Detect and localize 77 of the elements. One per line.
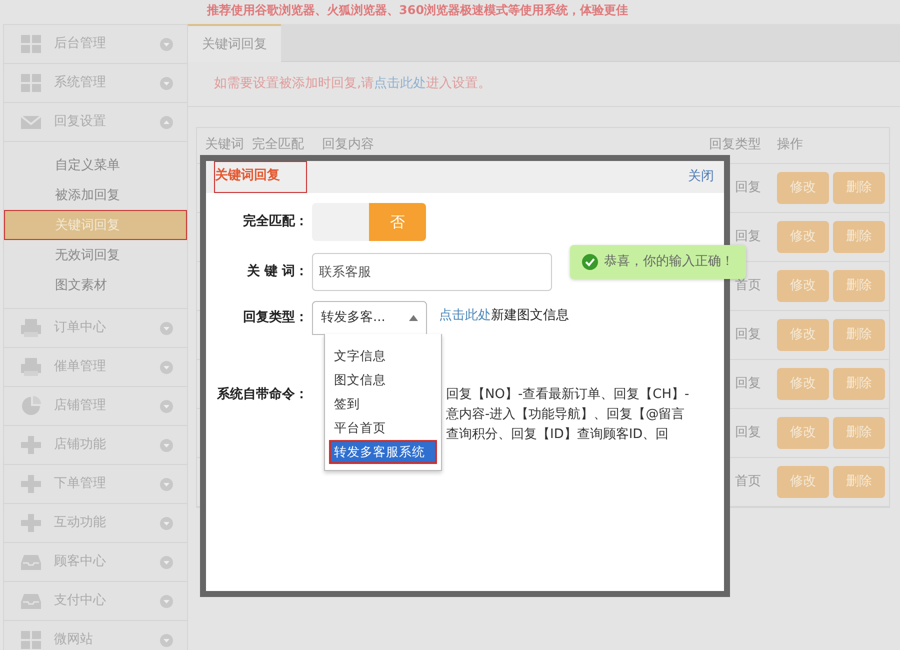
sidebar-item[interactable]: 订单中心 xyxy=(4,309,187,348)
submenu-item[interactable]: 图文素材 xyxy=(4,270,187,300)
notice-text: 如需要设置被添加时回复,请点击此处进入设置。 xyxy=(188,62,900,106)
table-cell-text: 首页 xyxy=(734,276,762,295)
sidebar-item[interactable]: 店铺功能 xyxy=(4,426,187,465)
delete-button[interactable]: 删除 xyxy=(833,368,885,400)
field-label: 系统自带命令： xyxy=(216,386,309,404)
table-cell-text: 回复 xyxy=(734,326,762,344)
browser-recommendation: 推荐使用谷歌浏览器、火狐浏览器、360浏览器极速模式等使用系统，体验更佳 xyxy=(206,2,630,19)
column-header: 操作 xyxy=(776,136,804,154)
submenu-item[interactable]: 被添加回复 xyxy=(4,180,187,210)
check-icon xyxy=(582,254,598,270)
column-header: 完全匹配 xyxy=(252,136,305,154)
delete-button[interactable]: 删除 xyxy=(833,220,885,252)
printer-icon xyxy=(20,357,42,377)
new-graphic-link-text: 点击此处新建图文信息 xyxy=(439,307,569,325)
sidebar-item[interactable]: 后台管理 xyxy=(4,25,187,64)
sidebar-item[interactable]: 系统管理 xyxy=(4,64,187,103)
edit-button[interactable]: 修改 xyxy=(777,270,829,302)
edit-button[interactable]: 修改 xyxy=(777,318,829,350)
dropdown-option[interactable]: 图文信息 xyxy=(329,368,437,392)
field-label: 关 键 词： xyxy=(246,262,309,282)
sidebar-item[interactable]: 回复设置 xyxy=(4,103,187,142)
field-label: 回复类型： xyxy=(242,309,309,327)
printer-icon xyxy=(20,318,42,338)
command-text: 回复【NO】-查看最新订单、回复【CH】- xyxy=(446,386,690,404)
submenu-item[interactable]: 无效词回复 xyxy=(4,240,187,270)
keyword-input[interactable]: 联系客服 xyxy=(312,253,552,291)
edit-button[interactable]: 修改 xyxy=(777,416,829,448)
sidebar-item[interactable]: 催单管理 xyxy=(4,348,187,387)
table-cell-text: 回复 xyxy=(734,374,762,393)
close-link[interactable]: 关闭 xyxy=(688,167,714,187)
edit-button[interactable]: 修改 xyxy=(777,466,829,498)
command-text: 查询积分、回复【ID】查询顾客ID、回 xyxy=(446,426,670,444)
field-label: 完全匹配： xyxy=(242,212,309,232)
reply-type-select[interactable]: 转发多客... xyxy=(312,301,427,335)
tooltip-text: 恭喜，你的输入正确！ xyxy=(604,253,734,271)
table-cell-text: 首页 xyxy=(734,472,762,491)
sidebar-item[interactable]: 下单管理 xyxy=(4,465,187,504)
delete-button[interactable]: 删除 xyxy=(833,466,885,498)
pie-chart-icon xyxy=(20,396,42,416)
sidebar-item[interactable]: 微网站 xyxy=(4,621,187,650)
dropdown-option[interactable]: 转发多客服系统 xyxy=(329,440,437,464)
sidebar-item[interactable]: 互动功能 xyxy=(4,504,187,543)
submenu-item[interactable]: 关键词回复 xyxy=(4,210,187,240)
dropdown-option[interactable]: 平台首页 xyxy=(329,416,437,440)
inbox-icon xyxy=(20,552,42,572)
delete-button[interactable]: 删除 xyxy=(833,318,885,350)
edit-button[interactable]: 修改 xyxy=(777,220,829,252)
plus-icon xyxy=(20,435,42,455)
plus-icon xyxy=(20,474,42,494)
column-header: 回复类型 xyxy=(708,136,762,154)
inbox-icon xyxy=(20,591,42,611)
edit-button[interactable]: 修改 xyxy=(777,368,829,400)
dropdown-option[interactable]: 文字信息 xyxy=(329,344,437,368)
column-header: 关键词 xyxy=(204,136,245,154)
notice-link[interactable]: 点击此处 xyxy=(374,76,426,91)
command-text: 意内容-进入【功能导航】、回复【@留言 xyxy=(446,406,686,424)
dropdown-option[interactable]: 签到 xyxy=(329,392,437,416)
plus-icon xyxy=(20,513,42,533)
dialog-title: 关键词回复 xyxy=(214,161,307,193)
table-cell-text: 回复 xyxy=(734,424,762,442)
sidebar-item[interactable]: 顾客中心 xyxy=(4,543,187,582)
tab[interactable]: 关键词回复 xyxy=(188,24,281,62)
table-cell-text: 回复 xyxy=(734,178,762,197)
delete-button[interactable]: 删除 xyxy=(833,270,885,302)
sidebar-item[interactable]: 支付中心 xyxy=(4,582,187,621)
grid-icon xyxy=(20,73,42,93)
column-header: 回复内容 xyxy=(322,136,375,154)
sidebar-item[interactable]: 店铺管理 xyxy=(4,387,187,426)
submenu-item[interactable]: 自定义菜单 xyxy=(4,150,187,180)
delete-button[interactable]: 删除 xyxy=(833,172,885,204)
delete-button[interactable]: 删除 xyxy=(833,416,885,448)
edit-button[interactable]: 修改 xyxy=(777,172,829,204)
grid-icon xyxy=(20,630,42,650)
table-cell-text: 回复 xyxy=(734,228,762,246)
grid-icon xyxy=(20,34,42,54)
